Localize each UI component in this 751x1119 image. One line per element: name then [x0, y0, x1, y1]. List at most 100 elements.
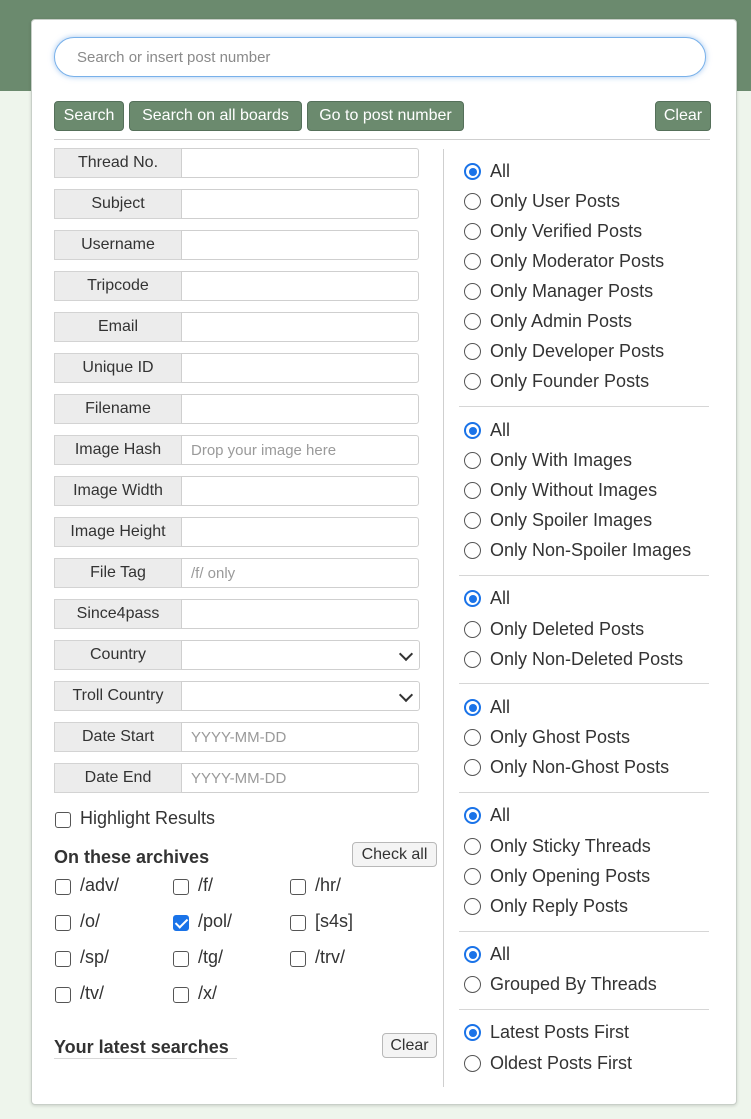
radio-button[interactable]: [464, 373, 481, 390]
image-hash-input[interactable]: [181, 435, 419, 465]
image-height-input[interactable]: [181, 517, 419, 547]
radio-button[interactable]: [464, 482, 481, 499]
filter-group-divider: [459, 792, 709, 793]
field-since4pass: Since4pass: [54, 599, 419, 629]
radio-label: Only Non-Deleted Posts: [490, 649, 684, 669]
latest-searches-heading: Your latest searches: [54, 1037, 229, 1057]
board-label: /tv/: [80, 983, 105, 1003]
board-checkbox-sp[interactable]: [55, 951, 71, 967]
field-label: Troll Country: [54, 681, 181, 711]
radio-button[interactable]: [464, 729, 481, 746]
clear-latest-searches-button[interactable]: Clear: [382, 1033, 437, 1058]
clear-search-button[interactable]: Clear: [655, 101, 711, 131]
date-start-input[interactable]: [181, 722, 419, 752]
image-width-input[interactable]: [181, 476, 419, 506]
radio-label: All: [490, 944, 511, 964]
board-checkbox-o[interactable]: [55, 915, 71, 931]
file-tag-input[interactable]: [181, 558, 419, 588]
board-checkbox-s4s[interactable]: [290, 915, 306, 931]
board-label: [s4s]: [315, 911, 354, 931]
field-label: Since4pass: [54, 599, 181, 629]
highlight-results-checkbox[interactable]: [55, 812, 71, 828]
radio-button[interactable]: [464, 1024, 481, 1041]
search-panel: Search Search on all boards Go to post n…: [31, 19, 737, 1105]
radio-label: Only Non-Ghost Posts: [490, 757, 670, 777]
search-all-boards-button[interactable]: Search on all boards: [129, 101, 302, 131]
radio-button[interactable]: [464, 452, 481, 469]
radio-label: All: [490, 588, 511, 608]
radio-button[interactable]: [464, 422, 481, 439]
board-label: /f/: [198, 875, 214, 895]
radio-button[interactable]: [464, 699, 481, 716]
radio-label: Only Reply Posts: [490, 896, 629, 916]
chevron-down-icon: [398, 646, 414, 662]
thread-no-input[interactable]: [181, 148, 419, 178]
radio-button[interactable]: [464, 343, 481, 360]
board-checkbox-tv[interactable]: [55, 987, 71, 1003]
field-label: Image Width: [54, 476, 181, 506]
board-checkbox-x[interactable]: [173, 987, 189, 1003]
radio-label: Oldest Posts First: [490, 1053, 633, 1073]
radio-label: Only Opening Posts: [490, 866, 651, 886]
search-button[interactable]: Search: [54, 101, 124, 131]
radio-button[interactable]: [464, 898, 481, 915]
radio-button[interactable]: [464, 838, 481, 855]
radio-label: Only Sticky Threads: [490, 836, 651, 856]
board-checkbox-trv[interactable]: [290, 951, 306, 967]
column-divider: [443, 149, 444, 1087]
radio-button[interactable]: [464, 759, 481, 776]
troll-country-select[interactable]: [181, 681, 420, 711]
go-to-post-number-button[interactable]: Go to post number: [307, 101, 464, 131]
since4pass-input[interactable]: [181, 599, 419, 629]
country-select[interactable]: [181, 640, 420, 670]
radio-label: All: [490, 420, 511, 440]
field-country: Country: [54, 640, 420, 670]
radio-button[interactable]: [464, 976, 481, 993]
radio-button[interactable]: [464, 313, 481, 330]
radio-button[interactable]: [464, 542, 481, 559]
field-label: Date Start: [54, 722, 181, 752]
subject-input[interactable]: [181, 189, 419, 219]
board-checkbox-pol[interactable]: [173, 915, 189, 931]
board-checkbox-tg[interactable]: [173, 951, 189, 967]
field-label: Thread No.: [54, 148, 181, 178]
radio-button[interactable]: [464, 590, 481, 607]
field-file-tag: File Tag: [54, 558, 419, 588]
radio-button[interactable]: [464, 283, 481, 300]
date-end-input[interactable]: [181, 763, 419, 793]
radio-label: All: [490, 161, 511, 181]
field-label: Username: [54, 230, 181, 260]
filter-group-divider: [459, 1009, 709, 1010]
tripcode-input[interactable]: [181, 271, 419, 301]
board-checkbox-adv[interactable]: [55, 879, 71, 895]
radio-button[interactable]: [464, 512, 481, 529]
radio-button[interactable]: [464, 223, 481, 240]
radio-button[interactable]: [464, 946, 481, 963]
radio-label: Only Ghost Posts: [490, 727, 631, 747]
radio-button[interactable]: [464, 807, 481, 824]
filter-group-divider: [459, 406, 709, 407]
radio-label: Only With Images: [490, 450, 633, 470]
board-checkbox-hr[interactable]: [290, 879, 306, 895]
field-label: Date End: [54, 763, 181, 793]
email-input[interactable]: [181, 312, 419, 342]
search-input[interactable]: [54, 37, 706, 77]
radio-button[interactable]: [464, 651, 481, 668]
radio-button[interactable]: [464, 163, 481, 180]
radio-button[interactable]: [464, 621, 481, 638]
radio-button[interactable]: [464, 868, 481, 885]
filename-input[interactable]: [181, 394, 419, 424]
username-input[interactable]: [181, 230, 419, 260]
radio-button[interactable]: [464, 193, 481, 210]
radio-button[interactable]: [464, 1055, 481, 1072]
radio-button[interactable]: [464, 253, 481, 270]
field-label: File Tag: [54, 558, 181, 588]
check-all-button[interactable]: Check all: [352, 842, 437, 867]
board-label: /adv/: [80, 875, 120, 895]
field-troll-country: Troll Country: [54, 681, 420, 711]
radio-label: Only Admin Posts: [490, 311, 633, 331]
field-filename: Filename: [54, 394, 419, 424]
unique-id-input[interactable]: [181, 353, 419, 383]
radio-label: Grouped By Threads: [490, 974, 657, 994]
board-checkbox-f[interactable]: [173, 879, 189, 895]
